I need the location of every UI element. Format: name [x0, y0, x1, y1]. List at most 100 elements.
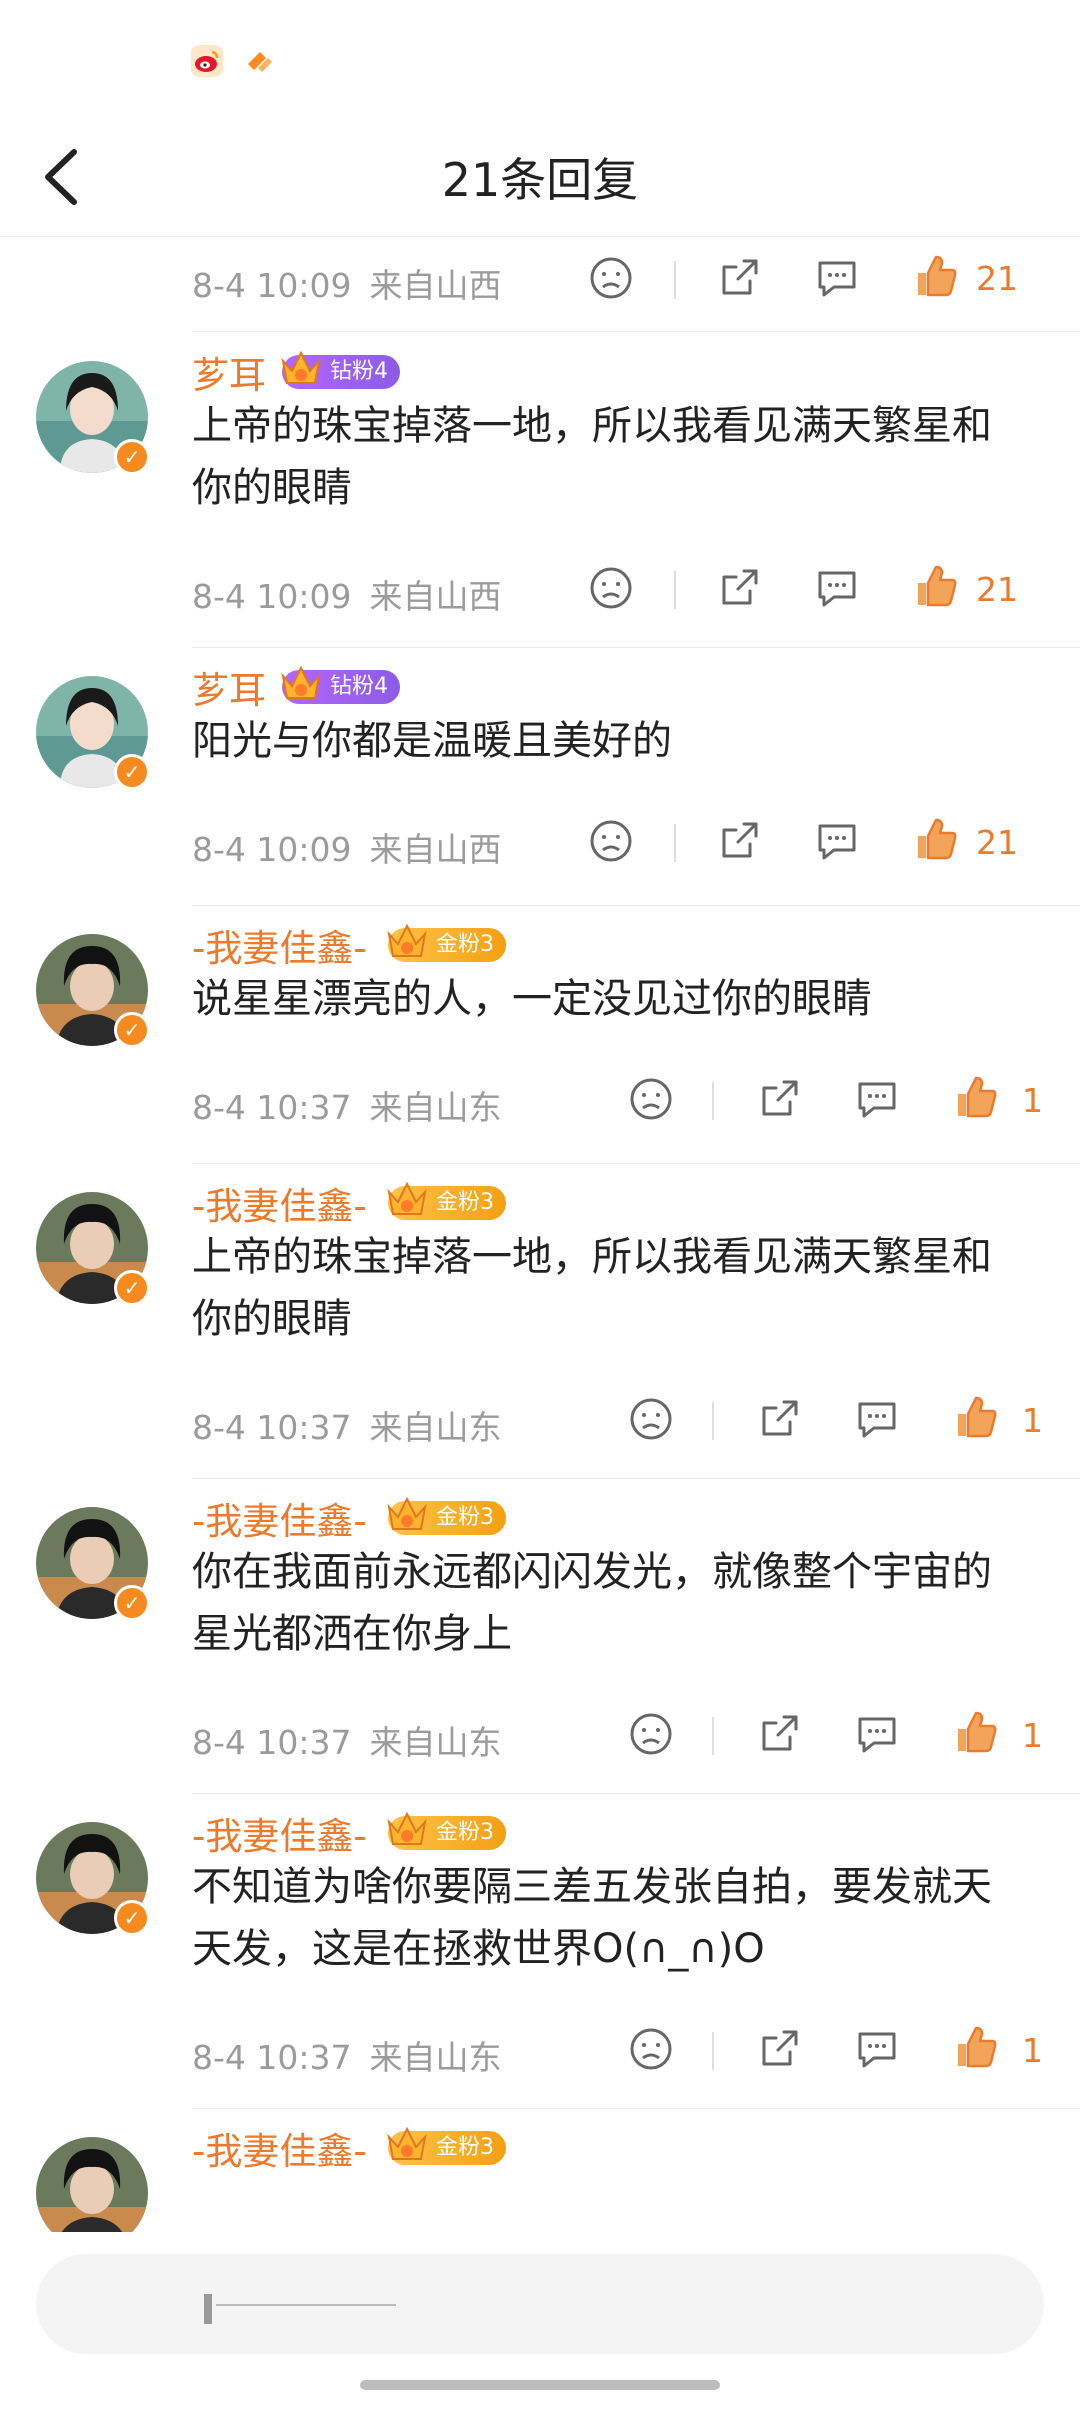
action-separator — [674, 571, 676, 609]
fan-level-badge[interactable]: 钻粉4 — [281, 665, 400, 704]
verified-badge-icon — [114, 1900, 150, 1936]
reply-meta: 8-4 10:37 来自山东 — [192, 1401, 520, 1449]
app-notification-icon — [242, 44, 276, 78]
crown-icon — [387, 1811, 427, 1845]
badge-label: 金粉3 — [436, 1505, 494, 1530]
badge-label: 钻粉4 — [330, 674, 388, 699]
username[interactable]: -我妻佳鑫- — [192, 1176, 367, 1230]
reply-item[interactable]: -我妻佳鑫- 金粉3 你在我面前永远都闪闪发光，就像整个宇宙的星光都洒在你身上 … — [0, 1479, 1080, 1794]
username[interactable]: -我妻佳鑫- — [192, 1491, 367, 1545]
share-icon[interactable] — [716, 255, 762, 305]
username[interactable]: 芗耳 — [192, 345, 266, 399]
comment-icon[interactable] — [814, 565, 860, 615]
action-separator — [712, 1082, 714, 1120]
fan-level-badge[interactable]: 金粉3 — [387, 1496, 506, 1535]
reply-location: 来自山西 — [369, 266, 502, 305]
fan-level-badge[interactable]: 金粉3 — [387, 2126, 506, 2165]
fan-level-badge[interactable]: 金粉3 — [387, 1811, 506, 1850]
dislike-icon[interactable] — [588, 818, 634, 868]
reply-date: 8-4 10:09 — [192, 266, 352, 305]
fan-level-badge[interactable]: 金粉3 — [387, 1181, 506, 1220]
like-icon[interactable] — [952, 1709, 998, 1759]
verified-badge-icon — [114, 1270, 150, 1306]
comment-icon[interactable] — [854, 1396, 900, 1446]
crown-icon — [387, 923, 427, 957]
comment-icon[interactable] — [854, 1711, 900, 1761]
share-icon[interactable] — [716, 565, 762, 615]
top-navigation-bar: 21条回复 — [0, 120, 1080, 237]
badge-label: 金粉3 — [436, 2135, 494, 2160]
weibo-notification-icon — [190, 44, 224, 78]
like-icon[interactable] — [952, 1074, 998, 1124]
share-icon[interactable] — [756, 2026, 802, 2076]
badge-label: 钻粉4 — [330, 359, 388, 384]
home-indicator[interactable] — [360, 2380, 720, 2390]
reply-item[interactable]: -我妻佳鑫- 金粉3 — [0, 2109, 1080, 2232]
like-icon[interactable] — [952, 1394, 998, 1444]
reply-text: 说星星漂亮的人，一定没见过你的眼睛 — [192, 976, 872, 1022]
dislike-icon[interactable] — [628, 2026, 674, 2076]
reply-meta: 8-4 10:37 来自山东 — [192, 1081, 520, 1129]
badge-label: 金粉3 — [436, 1190, 494, 1215]
reply-meta: 8-4 10:37 来自山东 — [192, 2031, 520, 2079]
username[interactable]: -我妻佳鑫- — [192, 918, 367, 972]
input-underline — [216, 2304, 396, 2306]
reply-input[interactable] — [36, 2254, 1044, 2354]
like-icon[interactable] — [912, 253, 958, 303]
reply-list[interactable]: 8-4 10:09 来自山西 21 芗耳 钻粉4 上帝的珠宝掉落一地，所以我看见满… — [0, 237, 1080, 2232]
reply-location: 来自山东 — [369, 1088, 502, 1127]
reply-location: 来自山东 — [369, 2038, 502, 2077]
share-icon[interactable] — [716, 818, 762, 868]
share-icon[interactable] — [756, 1396, 802, 1446]
like-count: 21 — [976, 823, 1018, 862]
like-icon[interactable] — [912, 563, 958, 613]
badge-label: 金粉3 — [436, 932, 494, 957]
share-icon[interactable] — [756, 1076, 802, 1126]
fan-level-badge[interactable]: 钻粉4 — [281, 350, 400, 389]
username[interactable]: -我妻佳鑫- — [192, 1806, 367, 1860]
reply-item[interactable]: -我妻佳鑫- 金粉3 不知道为啥你要隔三差五发张自拍，要发就天天发，这是在拯救世… — [0, 1794, 1080, 2109]
reply-item[interactable]: -我妻佳鑫- 金粉3 上帝的珠宝掉落一地，所以我看见满天繁星和你的眼睛 8-4 … — [0, 1164, 1080, 1479]
like-count: 21 — [976, 570, 1018, 609]
verified-badge-icon — [114, 439, 150, 475]
like-icon[interactable] — [912, 816, 958, 866]
comment-icon[interactable] — [854, 1076, 900, 1126]
reply-location: 来自山东 — [369, 1723, 502, 1762]
dislike-icon[interactable] — [588, 255, 634, 305]
username[interactable]: 芗耳 — [192, 660, 266, 714]
share-icon[interactable] — [756, 1711, 802, 1761]
crown-icon — [387, 1496, 427, 1530]
page-title: 21条回复 — [441, 153, 639, 207]
reply-item[interactable]: 芗耳 钻粉4 上帝的珠宝掉落一地，所以我看见满天繁星和你的眼睛 8-4 10:0… — [0, 333, 1080, 648]
like-count: 1 — [1022, 2031, 1043, 2070]
reply-meta: 8-4 10:37 来自山东 — [192, 1716, 520, 1764]
fan-level-badge[interactable]: 金粉3 — [387, 923, 506, 962]
reply-item[interactable]: 芗耳 钻粉4 阳光与你都是温暖且美好的 8-4 10:09 来自山西 21 — [0, 648, 1080, 906]
comment-icon[interactable] — [814, 818, 860, 868]
like-icon[interactable] — [952, 2024, 998, 2074]
reply-date: 8-4 10:09 — [192, 830, 352, 869]
reply-text: 上帝的珠宝掉落一地，所以我看见满天繁星和你的眼睛 — [192, 1234, 992, 1342]
avatar[interactable] — [36, 2137, 148, 2232]
dislike-icon[interactable] — [628, 1396, 674, 1446]
dislike-icon[interactable] — [628, 1711, 674, 1761]
crown-icon — [281, 665, 321, 699]
reply-date: 8-4 10:37 — [192, 1088, 352, 1127]
like-count: 21 — [976, 259, 1018, 298]
reply-date: 8-4 10:37 — [192, 2038, 352, 2077]
divider — [192, 331, 1080, 332]
dislike-icon[interactable] — [628, 1076, 674, 1126]
comment-icon[interactable] — [854, 2026, 900, 2076]
reply-item[interactable]: -我妻佳鑫- 金粉3 说星星漂亮的人，一定没见过你的眼睛 8-4 10:37 来自… — [0, 906, 1080, 1164]
dislike-icon[interactable] — [588, 565, 634, 615]
reply-date: 8-4 10:37 — [192, 1723, 352, 1762]
comment-icon[interactable] — [814, 255, 860, 305]
reply-location: 来自山东 — [369, 1408, 502, 1447]
username[interactable]: -我妻佳鑫- — [192, 2121, 367, 2175]
crown-icon — [387, 2126, 427, 2160]
reply-date: 8-4 10:09 — [192, 577, 352, 616]
reply-text: 阳光与你都是温暖且美好的 — [192, 718, 672, 764]
reply-meta: 8-4 10:09 来自山西 — [192, 259, 520, 307]
status-bar — [0, 0, 1080, 120]
action-separator — [712, 1717, 714, 1755]
